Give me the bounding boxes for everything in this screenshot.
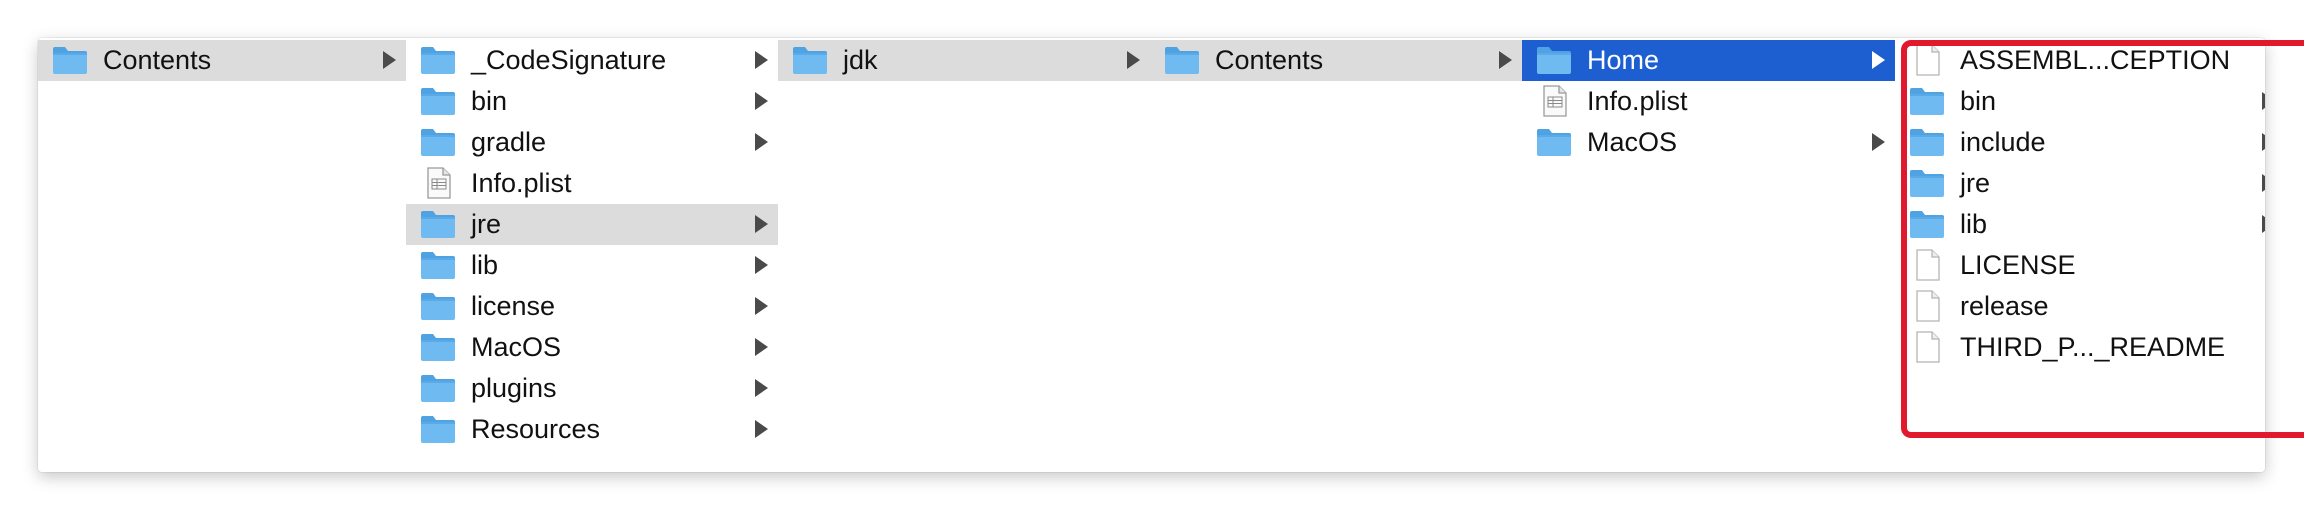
disclosure-arrow-icon	[2262, 133, 2265, 151]
file-row[interactable]: MacOS	[1522, 122, 1895, 163]
file-row[interactable]: bin	[406, 81, 778, 122]
file-name: gradle	[471, 127, 547, 157]
file-row[interactable]: license	[406, 286, 778, 327]
folder-icon	[420, 331, 456, 363]
disclosure-arrow-icon	[755, 215, 768, 233]
disclosure-arrow-icon	[2262, 215, 2265, 233]
column-5[interactable]: Home Info.plist MacOS	[1522, 38, 1896, 472]
file-name: bin	[1960, 86, 1997, 116]
folder-icon	[1909, 208, 1945, 240]
file-name: Resources	[471, 414, 601, 444]
file-row[interactable]: ASSEMBL...CEPTION	[1895, 40, 2265, 81]
plist-file-icon	[1536, 85, 1572, 117]
file-name: LICENSE	[1960, 250, 2076, 280]
folder-icon	[420, 44, 456, 76]
folder-icon	[420, 85, 456, 117]
finder-column-view: Contents _CodeSignaturebin gradle Info.pli…	[38, 38, 2265, 472]
disclosure-arrow-icon	[1127, 51, 1140, 69]
file-row[interactable]: jre	[1895, 163, 2265, 204]
file-row[interactable]: Info.plist	[406, 163, 778, 204]
file-name: lib	[471, 250, 499, 280]
file-row[interactable]: release	[1895, 286, 2265, 327]
file-name: jre	[471, 209, 502, 239]
folder-icon	[1536, 126, 1572, 158]
column-2[interactable]: _CodeSignaturebin gradle Info.plist jre lib l…	[406, 38, 779, 472]
file-name: ASSEMBL...CEPTION	[1960, 45, 2231, 75]
column-1[interactable]: Contents	[38, 38, 407, 472]
file-name: include	[1960, 127, 2046, 157]
disclosure-arrow-icon	[755, 92, 768, 110]
folder-icon	[1164, 44, 1200, 76]
document-icon	[1909, 331, 1945, 363]
disclosure-arrow-icon	[2262, 92, 2265, 110]
disclosure-arrow-icon	[755, 297, 768, 315]
disclosure-arrow-icon	[755, 420, 768, 438]
file-row[interactable]: plugins	[406, 368, 778, 409]
file-row[interactable]: Resources	[406, 409, 778, 450]
folder-icon	[792, 44, 828, 76]
file-name: THIRD_P..._README	[1960, 332, 2226, 362]
folder-icon	[1909, 126, 1945, 158]
document-icon	[1909, 44, 1945, 76]
file-name: bin	[471, 86, 508, 116]
file-row[interactable]: lib	[406, 245, 778, 286]
file-name: release	[1960, 291, 2049, 321]
file-name: jre	[1960, 168, 1991, 198]
document-icon	[1909, 290, 1945, 322]
column-3[interactable]: jdk	[778, 38, 1151, 472]
file-row[interactable]: bin	[1895, 81, 2265, 122]
disclosure-arrow-icon	[755, 256, 768, 274]
file-row[interactable]: _CodeSignature	[406, 40, 778, 81]
folder-icon	[420, 208, 456, 240]
file-name: Info.plist	[1587, 86, 1688, 116]
file-row[interactable]: jre	[406, 204, 778, 245]
folder-icon	[1909, 85, 1945, 117]
disclosure-arrow-icon	[2262, 174, 2265, 192]
file-row[interactable]: include	[1895, 122, 2265, 163]
folder-icon	[420, 290, 456, 322]
file-row[interactable]: Contents	[38, 40, 406, 81]
disclosure-arrow-icon	[755, 379, 768, 397]
file-name: MacOS	[1587, 127, 1678, 157]
file-row[interactable]: lib	[1895, 204, 2265, 245]
disclosure-arrow-icon	[1499, 51, 1512, 69]
file-name: license	[471, 291, 556, 321]
disclosure-arrow-icon	[1872, 51, 1885, 69]
file-row[interactable]: Contents	[1150, 40, 1522, 81]
folder-icon	[420, 126, 456, 158]
file-row[interactable]: THIRD_P..._README	[1895, 327, 2265, 368]
folder-icon	[52, 44, 88, 76]
document-icon	[1909, 249, 1945, 281]
file-row[interactable]: Info.plist	[1522, 81, 1895, 122]
file-name: Contents	[103, 45, 212, 75]
file-name: Info.plist	[471, 168, 572, 198]
folder-icon	[420, 372, 456, 404]
file-row[interactable]: LICENSE	[1895, 245, 2265, 286]
column-6[interactable]: ASSEMBL...CEPTION bin include jre lib LICENSE…	[1895, 38, 2265, 472]
file-row[interactable]: MacOS	[406, 327, 778, 368]
file-row[interactable]: Home	[1522, 40, 1895, 81]
folder-icon	[420, 249, 456, 281]
disclosure-arrow-icon	[755, 133, 768, 151]
file-name: MacOS	[471, 332, 562, 362]
plist-file-icon	[420, 167, 456, 199]
disclosure-arrow-icon	[755, 338, 768, 356]
file-name: _CodeSignature	[471, 45, 667, 75]
disclosure-arrow-icon	[383, 51, 396, 69]
file-name: Contents	[1215, 45, 1324, 75]
file-name: plugins	[471, 373, 557, 403]
file-row[interactable]: jdk	[778, 40, 1150, 81]
disclosure-arrow-icon	[1872, 133, 1885, 151]
file-name: Home	[1587, 45, 1660, 75]
disclosure-arrow-icon	[755, 51, 768, 69]
file-name: lib	[1960, 209, 1988, 239]
file-row[interactable]: gradle	[406, 122, 778, 163]
folder-icon	[420, 413, 456, 445]
file-name: jdk	[843, 45, 878, 75]
column-4[interactable]: Contents	[1150, 38, 1523, 472]
folder-icon	[1536, 44, 1572, 76]
folder-icon	[1909, 167, 1945, 199]
